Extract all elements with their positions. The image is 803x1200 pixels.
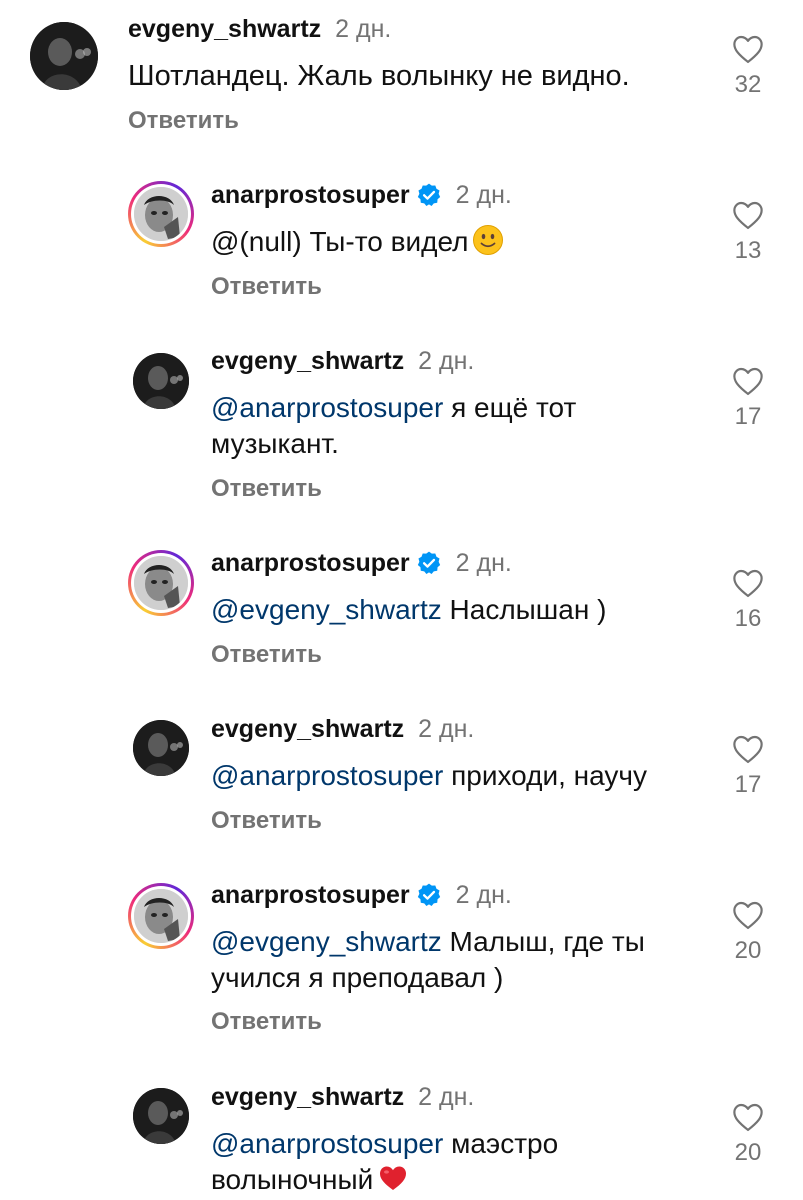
comment-time: 2 дн. (455, 549, 512, 577)
like-count: 20 (734, 937, 762, 964)
mention-link[interactable]: @anarprostosuper (211, 760, 443, 791)
mention-link[interactable]: @evgeny_shwartz (211, 594, 442, 625)
like-count: 17 (734, 771, 762, 798)
slightly-smiling-face-emoji (473, 225, 504, 255)
username[interactable]: evgeny_shwartz (211, 1083, 404, 1111)
heart-icon (733, 901, 763, 930)
like-count: 32 (734, 71, 762, 98)
avatar[interactable] (133, 1088, 189, 1144)
mention-link[interactable]: @anarprostosuper (211, 392, 443, 423)
username[interactable]: evgeny_shwartz (211, 715, 404, 743)
comment-body: Шотландец. Жаль волынку не видно. (128, 60, 630, 92)
username[interactable]: anarprostosuper (211, 181, 410, 209)
username[interactable]: anarprostosuper (211, 881, 410, 909)
comment-text: @(null) Ты-то видел (211, 224, 681, 260)
reply-button[interactable]: Ответить (211, 273, 322, 301)
heart-icon (733, 1103, 763, 1132)
like-button[interactable]: 20 (726, 1102, 770, 1166)
like-button[interactable]: 17 (726, 366, 770, 430)
comment-time: 2 дн. (418, 1083, 475, 1111)
heart-icon (733, 201, 763, 230)
like-count: 17 (734, 403, 762, 430)
reply-button[interactable]: Ответить (211, 475, 322, 503)
reply-button[interactable]: Ответить (211, 641, 322, 669)
avatar[interactable] (133, 720, 189, 776)
comment-time: 2 дн. (418, 715, 475, 743)
red-heart-emoji (380, 1166, 407, 1190)
heart-icon (733, 569, 763, 598)
comment-header: evgeny_shwartz 2 дн. (211, 346, 474, 376)
comment-header: anarprostosuper 2 дн. (211, 548, 512, 578)
username[interactable]: evgeny_shwartz (128, 15, 321, 43)
comment-time: 2 дн. (335, 15, 392, 43)
avatar[interactable] (128, 883, 194, 949)
comment-header: anarprostosuper 2 дн. (211, 880, 512, 910)
like-count: 16 (734, 605, 762, 632)
like-count: 13 (734, 237, 762, 264)
like-button[interactable]: 13 (726, 200, 770, 264)
mention-link[interactable]: @anarprostosuper (211, 1128, 443, 1159)
avatar[interactable] (133, 353, 189, 409)
like-count: 20 (734, 1139, 762, 1166)
comment-text: @anarprostosuper я ещё тот музыкант. (211, 390, 631, 462)
comment-header: anarprostosuper 2 дн. (211, 180, 512, 210)
comment-time: 2 дн. (418, 347, 475, 375)
like-button[interactable]: 20 (726, 900, 770, 964)
like-button[interactable]: 32 (726, 34, 770, 98)
comment-body: приходи, научу (443, 760, 647, 791)
comment-body: Наслышан ) (441, 594, 607, 625)
verified-badge-icon (417, 551, 440, 575)
verified-badge-icon (417, 183, 440, 207)
avatar[interactable] (128, 550, 194, 616)
reply-button[interactable]: Ответить (128, 107, 239, 135)
username[interactable]: evgeny_shwartz (211, 347, 404, 375)
heart-icon (733, 367, 763, 396)
avatar[interactable] (128, 181, 194, 247)
comment-header: evgeny_shwartz 2 дн. (128, 14, 391, 44)
comment-text: @anarprostosuper маэстро волыночный (211, 1126, 631, 1198)
comment-header: evgeny_shwartz 2 дн. (211, 714, 474, 744)
mention-link[interactable]: @evgeny_shwartz (211, 926, 442, 957)
comment-header: evgeny_shwartz 2 дн. (211, 1082, 474, 1112)
comment-time: 2 дн. (455, 881, 512, 909)
comment-text: @anarprostosuper приходи, научу (211, 758, 681, 794)
username[interactable]: anarprostosuper (211, 549, 410, 577)
like-button[interactable]: 16 (726, 568, 770, 632)
reply-button[interactable]: Ответить (211, 807, 322, 835)
avatar[interactable] (30, 22, 98, 90)
comment-body: @(null) Ты-то видел (211, 226, 469, 257)
like-button[interactable]: 17 (726, 734, 770, 798)
comment-time: 2 дн. (455, 181, 512, 209)
reply-button[interactable]: Ответить (211, 1008, 322, 1036)
comment-text: Шотландец. Жаль волынку не видно. (128, 58, 688, 94)
comment-text: @evgeny_shwartz Наслышан ) (211, 592, 681, 628)
comment-text: @evgeny_shwartz Малыш, где ты учился я п… (211, 924, 681, 996)
heart-icon (733, 735, 763, 764)
verified-badge-icon (417, 883, 440, 907)
heart-icon (733, 35, 763, 64)
